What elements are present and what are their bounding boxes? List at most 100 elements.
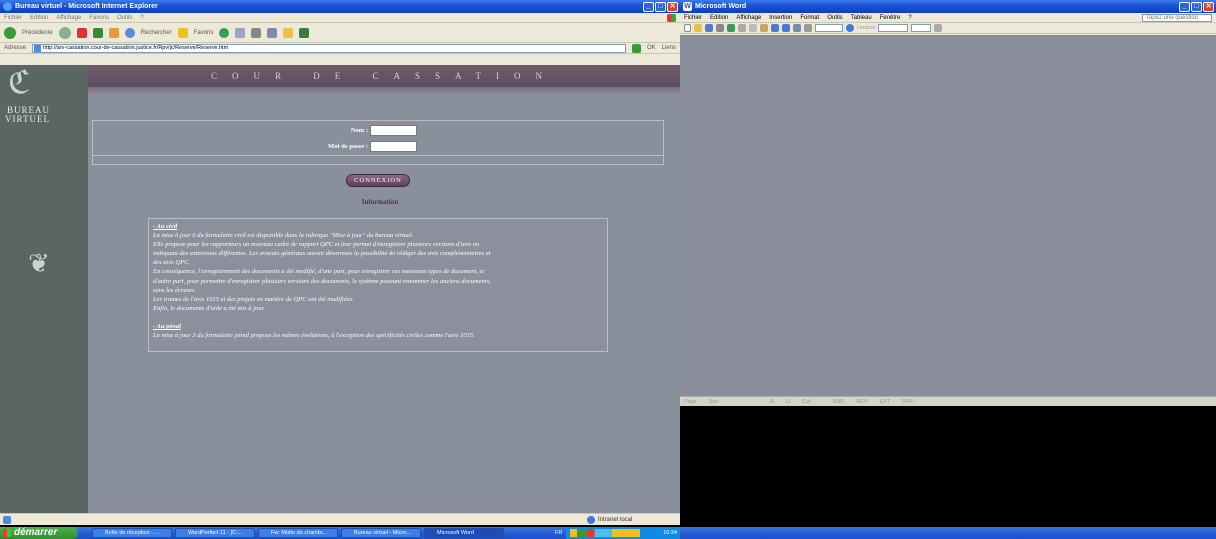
court-header: COUR DE CASSATION xyxy=(88,65,680,87)
close-button[interactable]: ✕ xyxy=(667,1,678,12)
status-enr: ENR xyxy=(832,398,845,405)
menu-favoris[interactable]: Favoris xyxy=(89,15,109,21)
word-menu-outils[interactable]: Outils xyxy=(827,15,842,21)
search-button[interactable]: Rechercher xyxy=(141,30,172,36)
stop-icon[interactable] xyxy=(76,27,87,38)
intranet-zone-icon xyxy=(587,515,595,524)
ie-icon xyxy=(3,2,12,11)
copy-icon[interactable] xyxy=(749,24,757,32)
help-question-box[interactable]: Tapez une question xyxy=(1142,13,1212,22)
address-label: Adresse xyxy=(4,45,27,51)
taskbar: démarrer Boîte de réception - ... WordPe… xyxy=(0,527,1216,539)
word-menu-help[interactable]: ? xyxy=(908,15,911,21)
home-icon[interactable] xyxy=(108,27,119,38)
word-maximize-button[interactable]: □ xyxy=(1191,1,1202,12)
history-icon[interactable] xyxy=(219,27,230,38)
civil-line: d'autre part, pour permettre d'enregistr… xyxy=(153,277,491,285)
windows-flag-icon xyxy=(667,13,676,22)
task-fw-mail[interactable]: Fw: Motte de chambr... xyxy=(258,528,338,538)
task-bureau-virtuel[interactable]: Bureau virtuel - Micro... xyxy=(341,528,421,538)
connexion-button[interactable]: CONNEXION xyxy=(346,174,410,187)
save-icon[interactable] xyxy=(705,24,713,32)
menu-fichier[interactable]: Fichier xyxy=(4,15,22,21)
tray-icons[interactable] xyxy=(570,529,640,537)
bold-icon[interactable] xyxy=(934,24,943,32)
paragraph-icon[interactable] xyxy=(804,24,812,32)
open-icon[interactable] xyxy=(694,24,702,32)
civil-line: indiquant des extensions différentes. Le… xyxy=(153,250,491,258)
status-section: Sec xyxy=(708,398,719,405)
status-page: Page xyxy=(684,398,697,405)
status-rfp: RFP xyxy=(902,398,914,405)
back-button[interactable]: Précédente xyxy=(22,30,53,36)
zone-label: Intranet local xyxy=(598,516,633,523)
print-icon[interactable] xyxy=(716,24,724,32)
maximize-button[interactable]: □ xyxy=(655,1,666,12)
reading-button[interactable]: Lecture xyxy=(857,25,875,31)
refresh-icon[interactable] xyxy=(92,27,103,38)
word-menu-bar: Fichier Edition Affichage Insertion Form… xyxy=(680,13,1216,23)
favorites-star-icon[interactable] xyxy=(177,27,188,38)
civil-heading: - Au civil xyxy=(153,223,178,230)
favorites-button[interactable]: Favoris xyxy=(194,30,214,36)
word-close-button[interactable]: ✕ xyxy=(1203,1,1214,12)
task-microsoft-word[interactable]: Microsoft Word xyxy=(424,528,504,538)
word-menu-fichier[interactable]: Fichier xyxy=(684,15,702,21)
menu-help[interactable]: ? xyxy=(140,15,143,21)
task-inbox[interactable]: Boîte de réception - ... xyxy=(92,528,172,538)
cut-icon[interactable] xyxy=(738,24,746,32)
page-status-icon xyxy=(3,515,11,524)
search-icon[interactable] xyxy=(124,27,135,38)
folder-icon[interactable] xyxy=(283,27,294,38)
edit-icon[interactable] xyxy=(267,27,278,38)
zoom-select[interactable] xyxy=(815,24,843,32)
redo-icon[interactable] xyxy=(782,24,790,32)
language-indicator[interactable]: FR xyxy=(555,527,562,539)
menu-outils[interactable]: Outils xyxy=(117,15,132,21)
go-button[interactable]: OK xyxy=(647,45,656,51)
back-arrow-icon[interactable] xyxy=(4,26,16,39)
word-minimize-button[interactable]: _ xyxy=(1179,1,1190,12)
password-input[interactable] xyxy=(370,141,417,152)
word-menu-format[interactable]: Format xyxy=(800,15,819,21)
messenger-icon[interactable] xyxy=(299,27,310,38)
mail-icon[interactable] xyxy=(235,27,246,38)
forward-arrow-icon[interactable] xyxy=(58,26,71,39)
new-doc-icon[interactable] xyxy=(684,24,691,32)
word-menu-edition[interactable]: Edition xyxy=(710,15,728,21)
font-size-select[interactable] xyxy=(911,24,932,32)
word-menu-tableau[interactable]: Tableau xyxy=(851,15,872,21)
word-status-bar: Page Sec À Li Col ENR REV EXT RFP xyxy=(680,396,1216,406)
start-button[interactable]: démarrer xyxy=(0,527,78,539)
password-label: Mot de passe : xyxy=(328,143,368,150)
ie-title-bar[interactable]: Bureau virtuel - Microsoft Internet Expl… xyxy=(0,0,680,13)
address-bar: Adresse http://arv-cassation.cour-de-cas… xyxy=(0,43,680,54)
civil-line: Elle propose pour les rapporteurs un nou… xyxy=(153,241,480,249)
word-title-bar[interactable]: W Microsoft Word _ □ ✕ xyxy=(680,0,1216,13)
minimize-button[interactable]: _ xyxy=(643,1,654,12)
word-menu-insertion[interactable]: Insertion xyxy=(769,15,792,21)
table-icon[interactable] xyxy=(793,24,801,32)
print-icon[interactable] xyxy=(251,27,262,38)
help-icon[interactable] xyxy=(846,24,854,32)
name-label: Nom : xyxy=(350,127,368,134)
links-button[interactable]: Liens xyxy=(662,45,676,51)
word-document-area[interactable] xyxy=(680,35,1216,396)
spell-check-icon[interactable] xyxy=(727,24,735,32)
style-select[interactable] xyxy=(878,24,909,32)
word-menu-fenetre[interactable]: Fenêtre xyxy=(880,15,901,21)
form-divider xyxy=(93,155,663,156)
task-wordperfect[interactable]: WordPerfect 11 - [C:... xyxy=(175,528,255,538)
word-menu-affichage[interactable]: Affichage xyxy=(736,15,761,21)
name-input[interactable] xyxy=(370,125,417,136)
undo-icon[interactable] xyxy=(771,24,779,32)
ie-title: Bureau virtuel - Microsoft Internet Expl… xyxy=(15,3,158,10)
civil-line: sans les écraser. xyxy=(153,286,196,294)
civil-line: des avis QPC. xyxy=(153,259,191,267)
paste-icon[interactable] xyxy=(760,24,768,32)
menu-edition[interactable]: Edition xyxy=(30,15,48,21)
go-arrow-icon[interactable] xyxy=(631,43,641,53)
address-input[interactable]: http://arv-cassation.cour-de-cassation.j… xyxy=(32,43,626,53)
menu-affichage[interactable]: Affichage xyxy=(56,15,81,21)
word-toolbar: Lecture xyxy=(680,23,1216,34)
